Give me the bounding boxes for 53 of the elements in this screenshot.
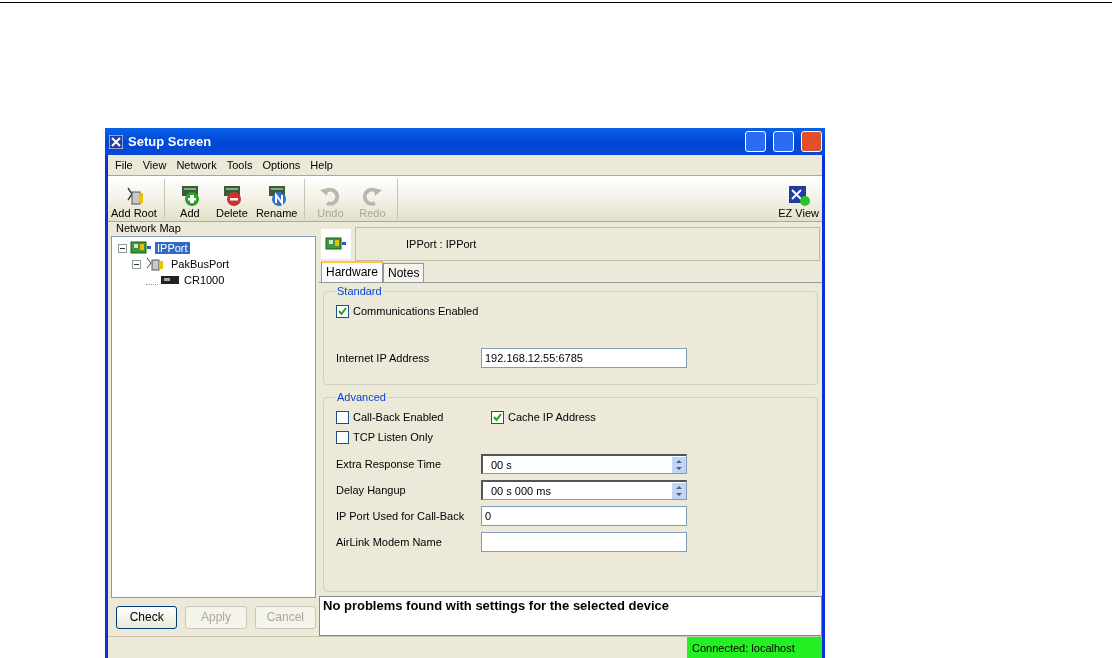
tab[interactable]: Notes — [383, 263, 425, 282]
panel-title: Network Map — [115, 222, 182, 236]
close-button[interactable] — [801, 131, 822, 152]
device-header: IPPort : IPPort — [355, 227, 820, 261]
menu-item[interactable]: Options — [257, 159, 306, 171]
field-label: Extra Response Time — [336, 458, 443, 470]
group-title: Standard — [336, 285, 383, 297]
datalogger-icon — [161, 276, 179, 284]
toolbar-button[interactable]: Add Root — [108, 184, 160, 221]
window-title: Setup Screen — [128, 134, 213, 149]
toolbar-button[interactable]: Add — [168, 184, 211, 221]
menu-item[interactable]: View — [137, 159, 172, 171]
circuit-board-icon — [325, 237, 347, 251]
connection-status: Connected: localhost — [687, 637, 822, 658]
field-label: AirLink Modem Name — [336, 536, 443, 548]
text-field[interactable]: 0 — [481, 506, 687, 526]
group-title: Advanced — [336, 391, 387, 403]
collapse-toggle[interactable] — [132, 259, 141, 269]
maximize-button[interactable] — [773, 131, 794, 152]
tree-item[interactable]: IPPort — [155, 242, 190, 254]
checkbox[interactable] — [336, 410, 349, 424]
connector-icon — [144, 256, 166, 272]
menu-item[interactable]: Help — [305, 159, 338, 171]
checkbox-label: Call-Back Enabled — [353, 411, 444, 423]
checkbox-label: Cache IP Address — [508, 411, 596, 423]
app-icon — [109, 134, 123, 149]
status-message: No problems found with settings for the selected device — [319, 596, 822, 636]
tree-item[interactable]: CR1000 — [182, 274, 227, 286]
checkbox[interactable] — [336, 304, 349, 318]
minimize-button[interactable] — [745, 131, 766, 152]
tree-item[interactable]: PakBusPort — [169, 258, 232, 270]
ip-address-field[interactable]: 192.168.12.55:6785 — [481, 348, 687, 368]
field-label: Delay Hangup — [336, 484, 407, 496]
ez-view-button[interactable]: EZ View — [775, 186, 822, 221]
checkbox[interactable] — [491, 410, 504, 424]
spin-field[interactable]: 00 s 000 ms — [481, 480, 687, 500]
tab[interactable]: Hardware — [321, 261, 384, 282]
checkbox-label: TCP Listen Only — [353, 431, 433, 443]
spin-field[interactable]: 00 s — [481, 454, 687, 474]
checkbox[interactable] — [336, 430, 349, 444]
toolbar-button[interactable]: Rename — [252, 184, 301, 221]
circuit-board-icon — [130, 241, 152, 255]
menu-item[interactable]: Network — [171, 159, 222, 171]
collapse-toggle[interactable] — [118, 243, 127, 253]
checkbox-label: Communications Enabled — [353, 305, 479, 317]
text-field[interactable] — [481, 532, 687, 552]
field-label: Internet IP Address — [336, 352, 431, 364]
dialog-button[interactable]: Check — [116, 605, 178, 629]
menu-item[interactable]: Tools — [221, 159, 258, 171]
menu-item[interactable]: File — [110, 159, 138, 171]
tools-icon — [787, 186, 810, 206]
field-label: IP Port Used for Call-Back — [336, 510, 466, 522]
toolbar-button[interactable]: Delete — [210, 184, 253, 221]
